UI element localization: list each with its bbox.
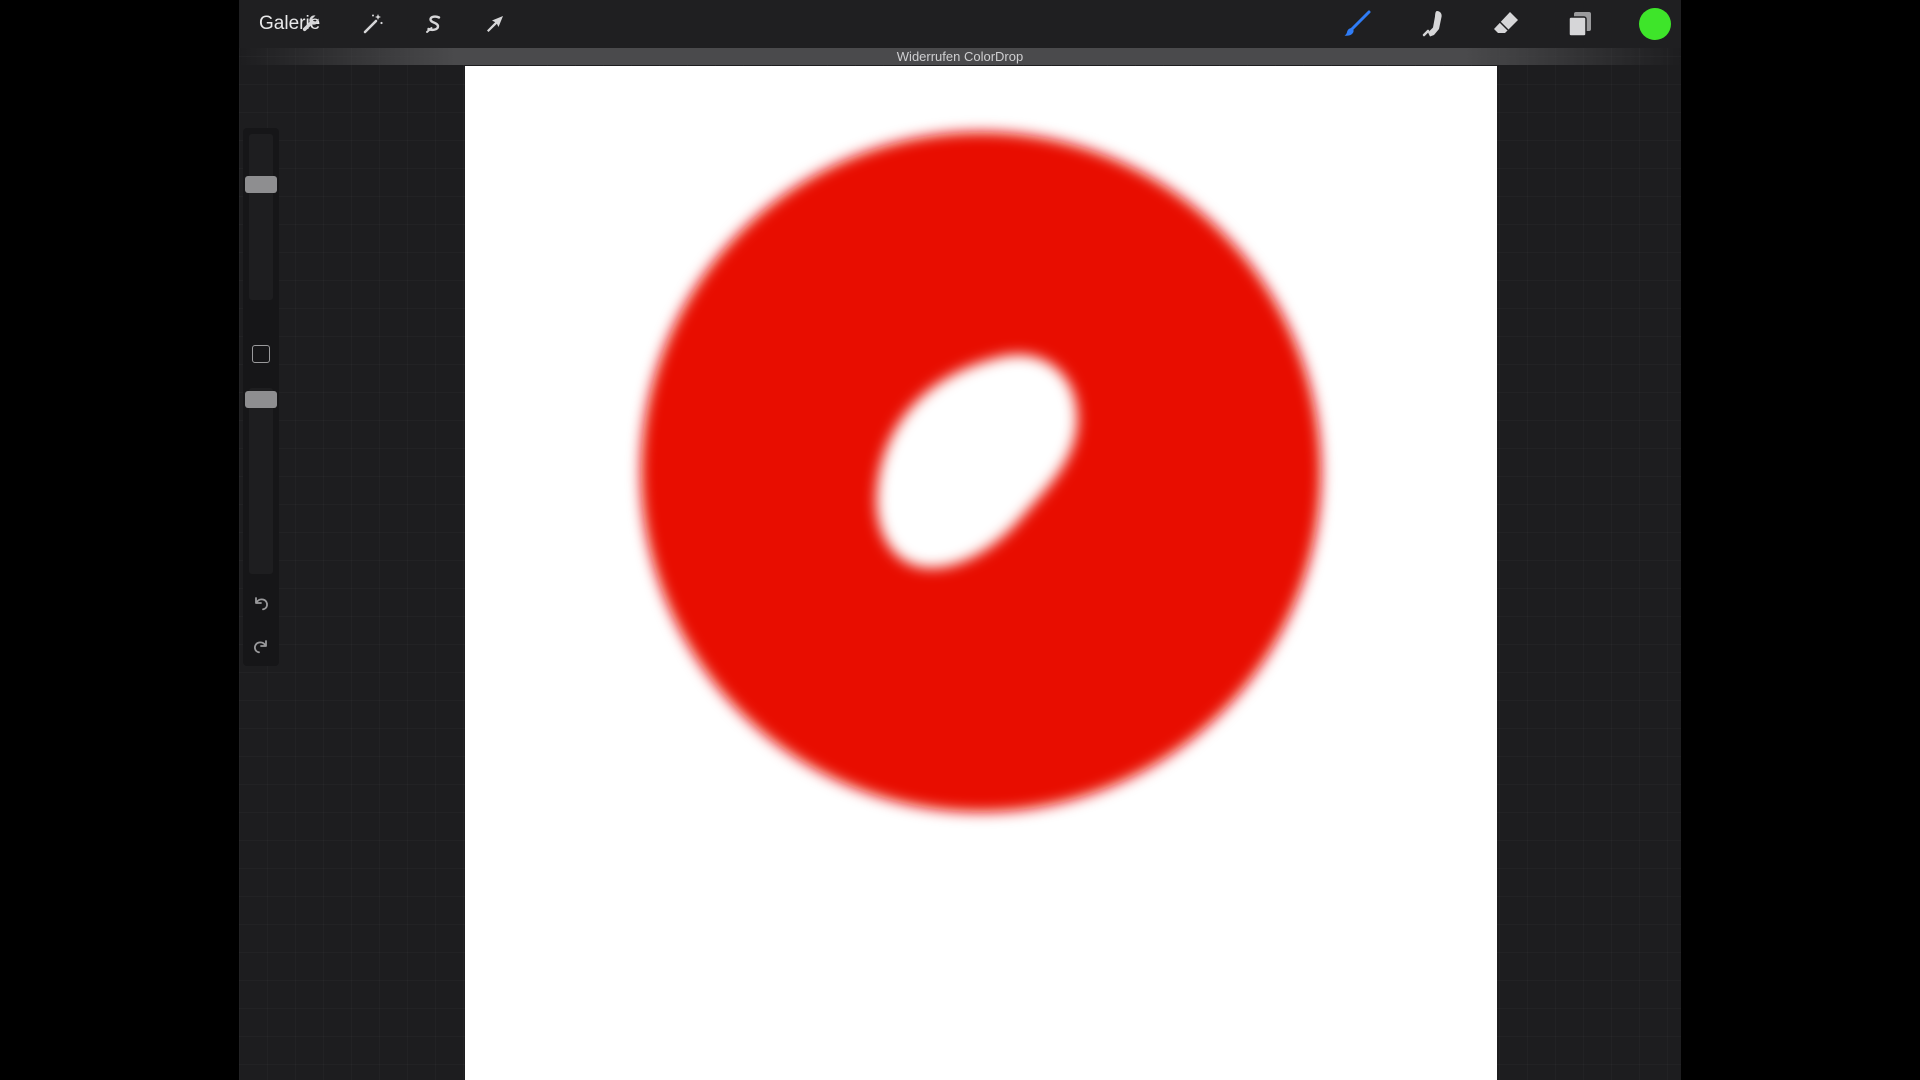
- left-sidebar: [243, 128, 279, 666]
- top-toolbar: Galerie: [239, 0, 1681, 48]
- brush-size-thumb[interactable]: [245, 175, 277, 193]
- opacity-thumb[interactable]: [245, 391, 277, 409]
- layers-icon: [1568, 12, 1591, 37]
- layers-button[interactable]: [1564, 8, 1596, 40]
- actions-button[interactable]: [296, 8, 328, 40]
- arrow-cursor-icon: [487, 16, 503, 32]
- undo-arrow-icon[interactable]: [251, 593, 271, 613]
- brush-size-slider[interactable]: [249, 134, 273, 300]
- status-message: Widerrufen ColorDrop: [896, 49, 1024, 64]
- color-picker-button[interactable]: [1639, 8, 1671, 40]
- drawing-canvas[interactable]: [465, 66, 1497, 1080]
- smudge-button[interactable]: [1416, 8, 1448, 40]
- redo-arrow-icon[interactable]: [251, 636, 271, 656]
- selection-s-icon: [426, 15, 441, 33]
- magic-wand-icon: [363, 14, 383, 34]
- smudge-finger-icon: [1422, 11, 1442, 37]
- eraser-icon: [1494, 12, 1518, 33]
- red-ring-stroke: [641, 132, 1321, 812]
- wrench-icon: [302, 15, 319, 32]
- opacity-slider[interactable]: [249, 388, 273, 574]
- procreate-app: Galerie Widerrufen ColorDrop: [239, 0, 1681, 1080]
- ring-outer-shape: [641, 132, 1321, 812]
- transform-button[interactable]: [479, 8, 511, 40]
- paintbrush-icon: [1344, 10, 1371, 36]
- brush-button[interactable]: [1342, 8, 1374, 40]
- eraser-button[interactable]: [1490, 8, 1522, 40]
- modify-button[interactable]: [252, 345, 270, 363]
- adjustments-button[interactable]: [357, 8, 389, 40]
- selection-button[interactable]: [418, 8, 450, 40]
